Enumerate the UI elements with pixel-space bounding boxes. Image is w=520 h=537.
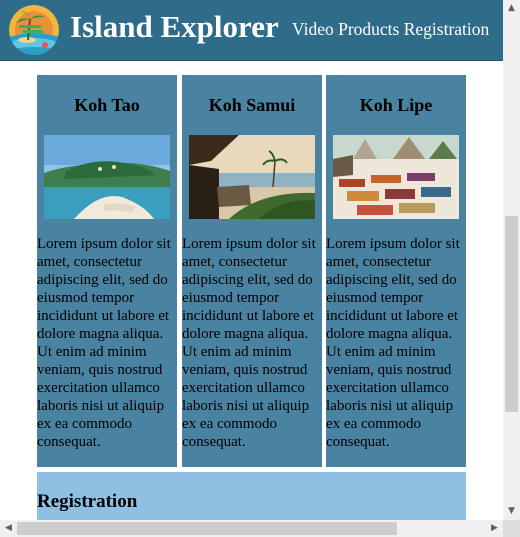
registration-section: Registration [37, 472, 466, 520]
card-description: Lorem ipsum dolor sit amet, consectetur … [37, 236, 171, 450]
horizontal-scroll-thumb[interactable] [17, 522, 397, 535]
scroll-down-arrow-icon[interactable]: ▼ [503, 503, 520, 520]
island-beach-photo [44, 135, 170, 219]
registration-heading: Registration [37, 491, 138, 512]
island-logo-icon[interactable] [9, 5, 59, 55]
card-description: Lorem ipsum dolor sit amet, consectetur … [326, 236, 460, 450]
card-description: Lorem ipsum dolor sit amet, consectetur … [182, 236, 316, 450]
beach-market-photo [333, 135, 459, 219]
card-title: Koh Lipe [359, 95, 433, 115]
scrollbar-corner [503, 520, 520, 537]
main-content: Koh Tao Lorem ipsum dolor sit amet, cons… [0, 61, 503, 520]
scroll-left-arrow-icon[interactable]: ◀ [0, 520, 17, 537]
vertical-scroll-thumb[interactable] [505, 216, 518, 412]
horizontal-scrollbar[interactable]: ◀ ▶ [0, 520, 503, 537]
vertical-scrollbar[interactable]: ▲ ▼ [503, 0, 520, 520]
sunset-terrace-photo [189, 135, 315, 219]
island-card-koh-tao: Koh Tao Lorem ipsum dolor sit amet, cons… [37, 75, 177, 467]
scroll-right-arrow-icon[interactable]: ▶ [486, 520, 503, 537]
island-card-koh-samui: Koh Samui Lorem ipsum dolor sit amet, co… [182, 75, 322, 467]
card-title: Koh Samui [208, 95, 296, 115]
scroll-up-arrow-icon[interactable]: ▲ [503, 0, 520, 17]
island-card-koh-lipe: Koh Lipe Lorem ipsum dolor sit amet, con… [326, 75, 466, 467]
card-title: Koh Tao [74, 95, 140, 115]
site-subtitle: Video Products Registration [292, 19, 490, 39]
site-title: Island Explorer [70, 9, 279, 44]
site-header: Island Explorer Video Products Registrat… [0, 0, 503, 61]
